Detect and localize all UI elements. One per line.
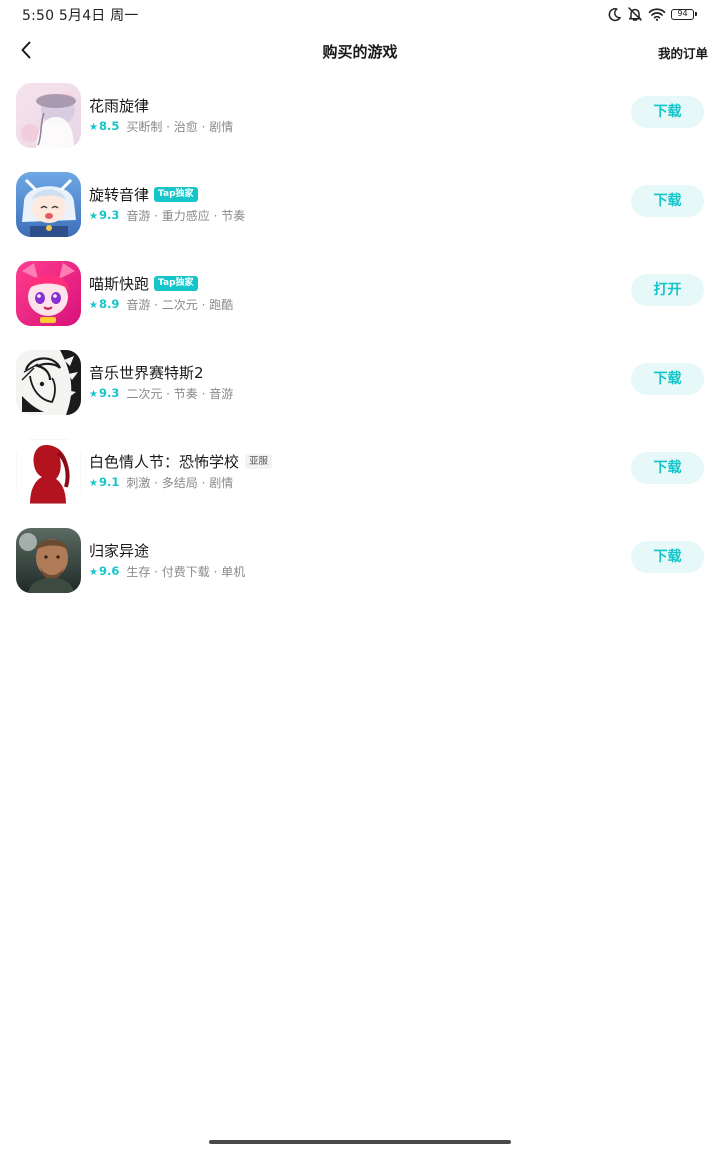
- rating-value: 8.9: [98, 297, 120, 311]
- game-info: 喵斯快跑 Tap独家 ★8.9 音游 · 二次元 · 跑酷: [89, 272, 609, 314]
- download-button[interactable]: 下载: [631, 452, 704, 484]
- game-info: 归家异途 ★9.6 生存 · 付费下载 · 单机: [89, 539, 609, 581]
- game-info: 白色情人节：恐怖学校 亚服 ★9.1 刺激 · 多结局 · 剧情: [89, 450, 609, 492]
- game-name: 归家异途: [89, 541, 150, 560]
- status-bar: 5:50 5月4日 周一 94: [0, 0, 720, 28]
- game-tags: 音游 · 二次元 · 跑酷: [126, 297, 234, 312]
- game-rating: ★8.5: [89, 119, 119, 133]
- home-indicator[interactable]: [209, 1140, 511, 1144]
- status-icons: 94: [607, 5, 697, 23]
- game-tags: 刺激 · 多结局 · 剧情: [126, 475, 234, 490]
- star-icon: ★: [89, 389, 98, 400]
- game-name: 旋转音律: [89, 185, 150, 204]
- bell-off-icon: [627, 6, 643, 22]
- cytus-2-icon: [16, 350, 81, 415]
- rating-value: 9.3: [98, 208, 120, 222]
- download-button[interactable]: 下载: [631, 541, 704, 573]
- page-title: 购买的游戏: [322, 43, 398, 61]
- download-button[interactable]: 下载: [631, 185, 704, 217]
- rating-value: 9.3: [98, 386, 120, 400]
- rating-value: 9.6: [98, 564, 120, 578]
- tap-exclusive-badge: Tap独家: [154, 186, 198, 202]
- list-item[interactable]: 旋转音律 Tap独家 ★9.3 音游 · 重力感应 · 节奏 下载: [0, 171, 720, 260]
- list-item[interactable]: 归家异途 ★9.6 生存 · 付费下载 · 单机 下载: [0, 527, 720, 616]
- list-item[interactable]: 喵斯快跑 Tap独家 ★8.9 音游 · 二次元 · 跑酷 打开: [0, 260, 720, 349]
- game-name: 白色情人节：恐怖学校: [89, 452, 240, 471]
- status-time: 5:50 5月4日 周一: [22, 8, 139, 24]
- download-button[interactable]: 下载: [631, 363, 704, 395]
- star-icon: ★: [89, 478, 98, 489]
- moon-icon: [607, 7, 622, 22]
- region-badge: 亚服: [245, 453, 273, 469]
- star-icon: ★: [89, 122, 98, 133]
- list-item[interactable]: 白色情人节：恐怖学校 亚服 ★9.1 刺激 · 多结局 · 剧情 下载: [0, 438, 720, 527]
- rating-value: 9.1: [98, 475, 120, 489]
- game-info: 音乐世界赛特斯2 ★9.3 二次元 · 节奏 · 音游: [89, 361, 609, 403]
- hua-yu-xuan-lv-icon: [16, 83, 81, 148]
- download-button[interactable]: 下载: [631, 96, 704, 128]
- game-tags: 生存 · 付费下载 · 单机: [126, 564, 246, 579]
- star-icon: ★: [89, 211, 98, 222]
- miao-si-kuai-pao-icon: [16, 261, 81, 326]
- game-info: 花雨旋律 ★8.5 买断制 · 治愈 · 剧情: [89, 94, 609, 136]
- wifi-icon: [648, 7, 666, 21]
- purchased-games-list: 花雨旋律 ★8.5 买断制 · 治愈 · 剧情 下载 旋转音律 Tap独家 ★9…: [0, 82, 720, 616]
- xuan-zhuan-yin-lv-icon: [16, 172, 81, 237]
- game-name: 喵斯快跑: [89, 274, 150, 293]
- game-name: 花雨旋律: [89, 96, 150, 115]
- game-tags: 二次元 · 节奏 · 音游: [126, 386, 234, 401]
- game-tags: 买断制 · 治愈 · 剧情: [126, 119, 234, 134]
- game-rating: ★9.1: [89, 475, 119, 489]
- game-tags: 音游 · 重力感应 · 节奏: [126, 208, 246, 223]
- game-rating: ★9.6: [89, 564, 119, 578]
- game-rating: ★8.9: [89, 297, 119, 311]
- gui-jia-yi-tu-icon: [16, 528, 81, 593]
- open-button[interactable]: 打开: [631, 274, 704, 306]
- tap-exclusive-badge: Tap独家: [154, 275, 198, 291]
- star-icon: ★: [89, 300, 98, 311]
- game-name: 音乐世界赛特斯2: [89, 363, 204, 382]
- battery-indicator: 94: [671, 8, 697, 20]
- white-day-icon: [16, 439, 81, 504]
- list-item[interactable]: 音乐世界赛特斯2 ★9.3 二次元 · 节奏 · 音游 下载: [0, 349, 720, 438]
- game-rating: ★9.3: [89, 386, 119, 400]
- game-info: 旋转音律 Tap独家 ★9.3 音游 · 重力感应 · 节奏: [89, 183, 609, 225]
- list-item[interactable]: 花雨旋律 ★8.5 买断制 · 治愈 · 剧情 下载: [0, 82, 720, 171]
- header: 购买的游戏 我的订单: [0, 28, 720, 74]
- rating-value: 8.5: [98, 119, 120, 133]
- star-icon: ★: [89, 567, 98, 578]
- my-orders-link[interactable]: 我的订单: [658, 43, 708, 62]
- game-rating: ★9.3: [89, 208, 119, 222]
